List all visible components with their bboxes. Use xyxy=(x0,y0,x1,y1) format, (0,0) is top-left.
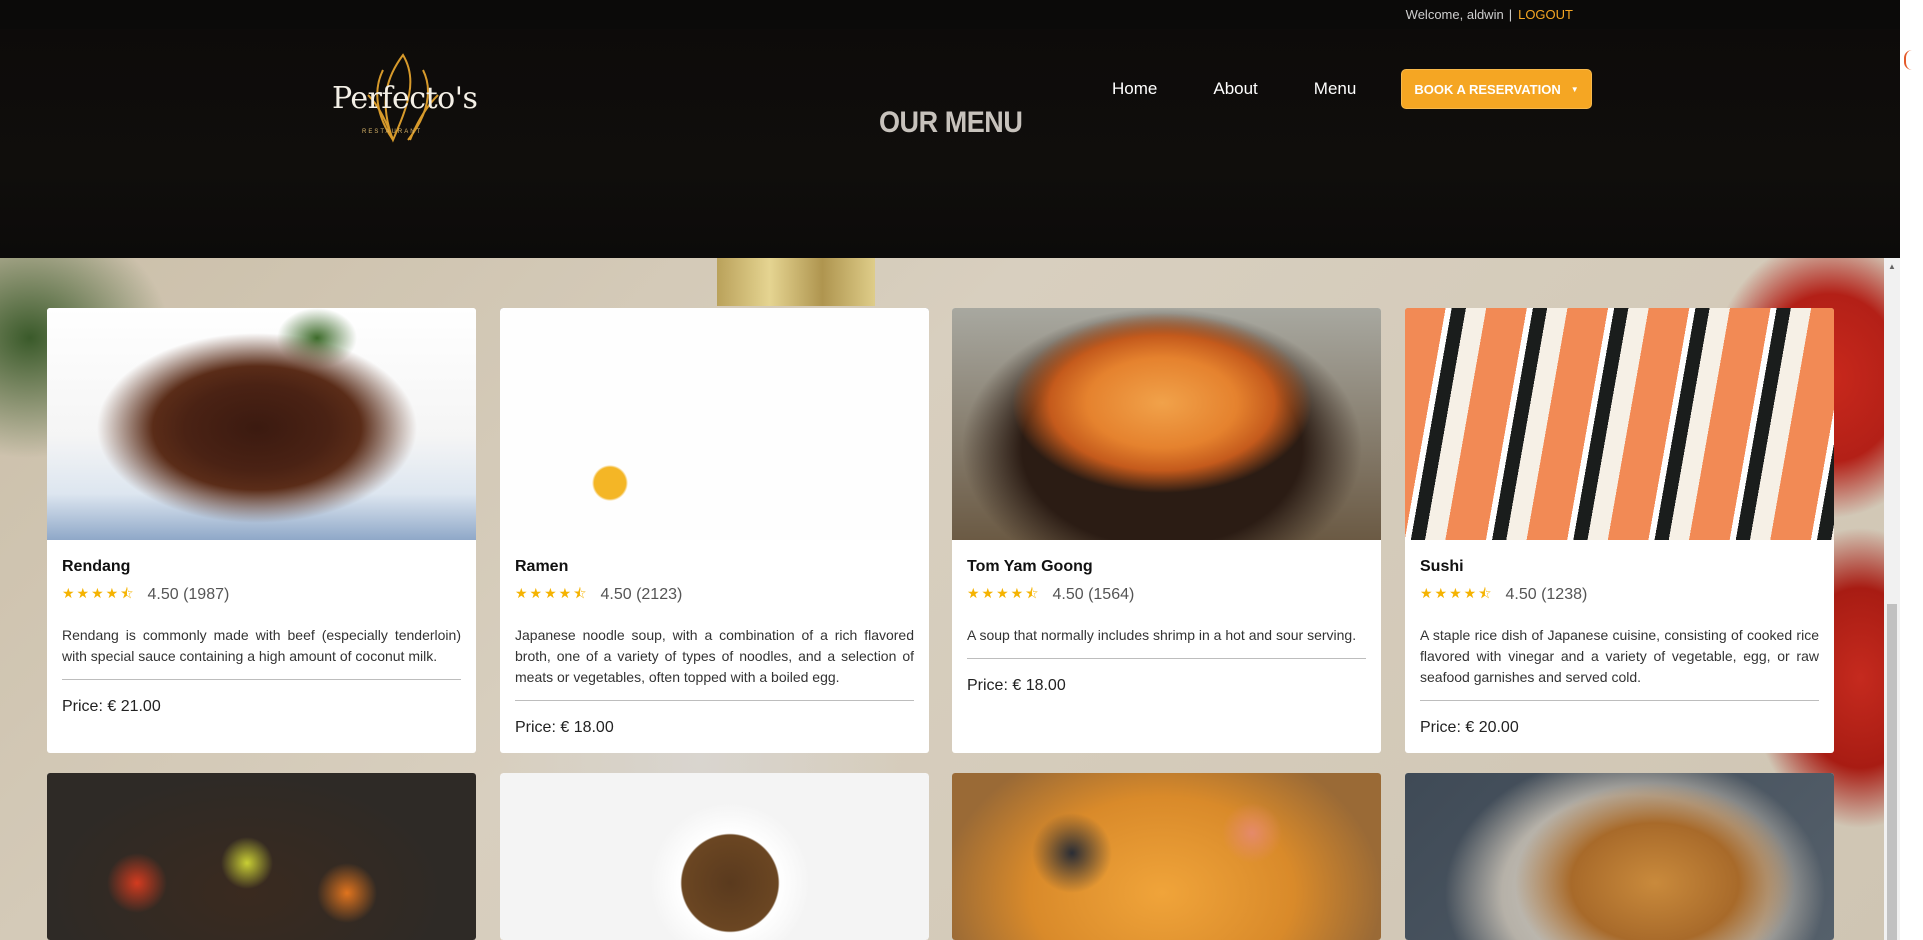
rating-value: 4.50 xyxy=(600,586,632,603)
welcome-text: Welcome, aldwin xyxy=(1405,7,1504,22)
rating-value: 4.50 xyxy=(147,586,179,603)
review-count: (1238) xyxy=(1541,586,1588,603)
rating: ★★★★⯪ 4.50 (1238) xyxy=(1420,583,1819,607)
rating: ★★★★⯪ 4.50 (1987) xyxy=(62,583,461,607)
nav-about[interactable]: About xyxy=(1213,79,1257,99)
dish-name: Sushi xyxy=(1420,558,1464,575)
star-icon: ★★★★⯪ xyxy=(1420,585,1494,601)
logo-text: Perfecto's xyxy=(332,81,478,116)
review-count: (1564) xyxy=(1088,586,1135,603)
scroll-up-arrow-icon[interactable]: ▲ xyxy=(1884,258,1900,274)
browser-side-strip xyxy=(1900,0,1923,940)
rating-value: 4.50 xyxy=(1505,586,1537,603)
food-image xyxy=(952,773,1381,940)
star-icon: ★★★★⯪ xyxy=(62,585,136,601)
menu-card[interactable] xyxy=(500,773,929,940)
nav-home[interactable]: Home xyxy=(1112,79,1157,99)
dish-description: A staple rice dish of Japanese cuisine, … xyxy=(1420,627,1819,685)
food-image xyxy=(500,773,929,940)
dish-name: Tom Yam Goong xyxy=(967,558,1093,575)
food-image xyxy=(1405,773,1834,940)
main-nav: Home About Menu BOOK A RESERVATION ▼ xyxy=(1112,69,1592,109)
dish-description: Japanese noodle soup, with a combination… xyxy=(515,627,914,685)
food-image xyxy=(47,773,476,940)
dish-price: Price: € 18.00 xyxy=(515,719,614,736)
menu-card[interactable] xyxy=(47,773,476,940)
divider xyxy=(62,679,461,680)
divider xyxy=(515,700,914,701)
review-count: (2123) xyxy=(636,586,683,603)
menu-card[interactable]: Ramen ★★★★⯪ 4.50 (2123) Japanese noodle … xyxy=(500,308,929,753)
star-icon: ★★★★⯪ xyxy=(967,585,1041,601)
menu-card[interactable]: Tom Yam Goong ★★★★⯪ 4.50 (1564) A soup t… xyxy=(952,308,1381,753)
separator: | xyxy=(1508,7,1513,22)
rating: ★★★★⯪ 4.50 (2123) xyxy=(515,583,914,607)
dish-price: Price: € 21.00 xyxy=(62,698,161,715)
book-reservation-label: BOOK A RESERVATION xyxy=(1414,81,1561,97)
page-title: OUR MENU xyxy=(879,106,1023,139)
logout-link[interactable]: LOGOUT xyxy=(1518,7,1573,22)
divider xyxy=(967,658,1366,659)
rating: ★★★★⯪ 4.50 (1564) xyxy=(967,583,1366,607)
star-icon: ★★★★⯪ xyxy=(515,585,589,601)
side-panel-icon xyxy=(1904,50,1916,70)
scroll-thumb[interactable] xyxy=(1887,604,1897,940)
menu-card[interactable] xyxy=(1405,773,1834,940)
menu-card[interactable]: Sushi ★★★★⯪ 4.50 (1238) A staple rice di… xyxy=(1405,308,1834,753)
page-scrollbar[interactable]: ▲ xyxy=(1884,258,1900,940)
food-image xyxy=(47,308,476,540)
site-header: Perfecto's RESTAURANT Home About Menu BO… xyxy=(0,29,1900,258)
nav-menu[interactable]: Menu xyxy=(1314,79,1357,99)
food-image xyxy=(1405,308,1834,540)
decorative-gold-object xyxy=(717,258,875,306)
review-count: (1987) xyxy=(183,586,230,603)
dish-price: Price: € 20.00 xyxy=(1420,719,1519,736)
user-bar: Welcome, aldwin | LOGOUT xyxy=(0,0,1900,29)
rating-value: 4.50 xyxy=(1052,586,1084,603)
menu-card[interactable] xyxy=(952,773,1381,940)
food-image xyxy=(500,308,929,540)
food-image xyxy=(952,308,1381,540)
dish-name: Rendang xyxy=(62,558,131,575)
book-reservation-button[interactable]: BOOK A RESERVATION ▼ xyxy=(1401,69,1592,109)
dish-name: Ramen xyxy=(515,558,569,575)
dish-price: Price: € 18.00 xyxy=(967,677,1066,694)
caret-down-icon: ▼ xyxy=(1570,84,1579,94)
menu-card[interactable]: Rendang ★★★★⯪ 4.50 (1987) Rendang is com… xyxy=(47,308,476,753)
dish-description: A soup that normally includes shrimp in … xyxy=(967,627,1357,643)
divider xyxy=(1420,700,1819,701)
dish-description: Rendang is commonly made with beef (espe… xyxy=(62,627,461,664)
restaurant-logo[interactable]: Perfecto's RESTAURANT xyxy=(330,51,478,143)
logo-subtitle: RESTAURANT xyxy=(362,129,423,135)
